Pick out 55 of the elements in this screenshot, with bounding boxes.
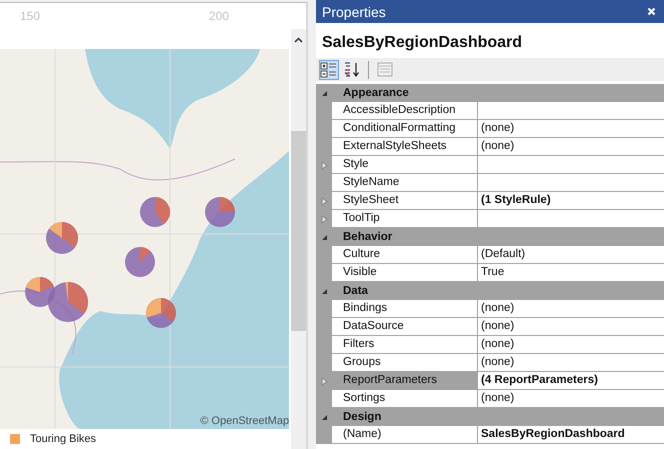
expanded-icon[interactable] [320, 234, 328, 240]
property-name[interactable]: Style [332, 156, 478, 174]
pie-marker [146, 298, 176, 328]
property-name[interactable]: StyleSheet [332, 192, 478, 210]
pie-marker [48, 282, 88, 322]
scroll-thumb[interactable] [291, 131, 306, 331]
property-value[interactable]: (4 ReportParameters) [478, 372, 664, 390]
category-header[interactable]: Data [316, 282, 664, 300]
ruler-label: 150 [20, 9, 40, 23]
property-value[interactable]: (none) [478, 336, 664, 354]
pie-marker [205, 197, 235, 227]
category-label: Data [342, 285, 368, 297]
category-label: Design [342, 411, 382, 423]
scrollbar[interactable] [291, 29, 306, 449]
category-header[interactable]: Behavior [316, 228, 664, 246]
property-name[interactable]: Filters [332, 336, 478, 354]
property-name[interactable]: Culture [332, 246, 478, 264]
property-value[interactable]: (none) [478, 354, 664, 372]
property-name[interactable]: ConditionalFormatting [332, 120, 478, 138]
property-name[interactable]: AccessibleDescription [332, 102, 478, 120]
close-icon[interactable] [647, 7, 656, 16]
property-value[interactable]: (none) [478, 138, 664, 156]
categorized-button[interactable] [319, 60, 339, 80]
property-pages-button[interactable] [375, 60, 395, 80]
expand-icon[interactable] [320, 160, 328, 170]
map-attribution: © OpenStreetMap [200, 415, 290, 427]
expanded-icon[interactable] [320, 414, 328, 420]
object-name: SalesByRegionDashboard [321, 33, 524, 53]
expand-icon[interactable] [320, 376, 328, 386]
category-label: Behavior [342, 231, 392, 243]
expanded-icon[interactable] [320, 288, 328, 294]
property-name[interactable]: ReportParameters [332, 372, 478, 390]
pie-marker [46, 222, 78, 254]
property-name[interactable]: StyleName [332, 174, 478, 192]
property-value[interactable]: (1 StyleRule) [478, 192, 664, 210]
property-name[interactable]: Bindings [332, 300, 478, 318]
sort-button[interactable] [342, 60, 362, 80]
property-value[interactable]: (none) [478, 120, 664, 138]
property-value[interactable]: (none) [478, 300, 664, 318]
property-name[interactable]: ExternalStyleSheets [332, 138, 478, 156]
property-name[interactable]: DataSource [332, 318, 478, 336]
pie-marker [125, 247, 155, 277]
property-value[interactable]: SalesByRegionDashboard [478, 426, 664, 444]
pie-marker [140, 197, 170, 227]
category-header[interactable]: Appearance [316, 84, 664, 102]
property-value[interactable]: (none) [478, 318, 664, 336]
property-value[interactable]: (Default) [478, 246, 664, 264]
panel-title: Properties [322, 4, 386, 20]
legend-label: Touring Bikes [30, 433, 96, 445]
property-name[interactable]: (Name) [332, 426, 478, 444]
caret-up-icon[interactable] [294, 37, 304, 43]
category-header[interactable]: Design [316, 408, 664, 426]
ruler-label: 200 [209, 9, 230, 23]
expanded-icon[interactable] [320, 90, 328, 96]
category-label: Appearance [342, 87, 409, 99]
